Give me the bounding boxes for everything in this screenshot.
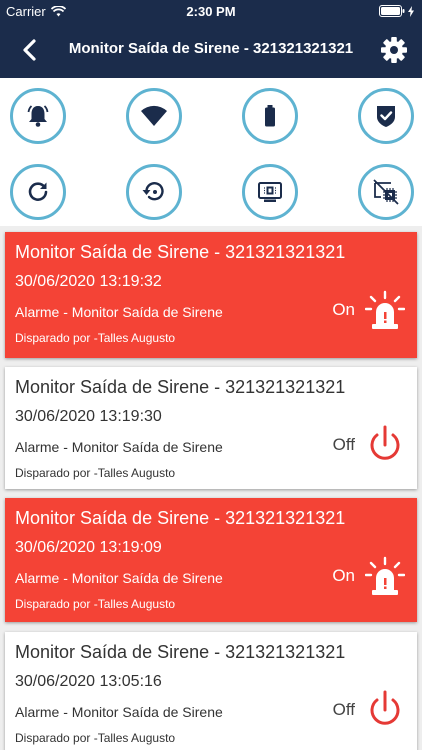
power-icon — [370, 690, 400, 725]
event-state: Off — [332, 700, 355, 719]
event-type: Alarme - Monitor Saída de Sirene — [15, 304, 223, 320]
wifi-button[interactable] — [126, 88, 182, 144]
battery-status — [379, 5, 414, 17]
event-datetime: 30/06/2020 13:19:09 — [15, 539, 162, 556]
back-chevron-icon[interactable] — [16, 36, 44, 64]
action-grid — [0, 78, 422, 226]
restore-button[interactable] — [126, 164, 182, 220]
battery-icon — [265, 105, 275, 127]
shield-check-icon — [377, 106, 395, 127]
clock: 2:30 PM — [186, 4, 236, 19]
refresh-icon — [28, 182, 48, 201]
event-title: Monitor Saída de Sirene - 321321321321 — [15, 508, 346, 528]
event-datetime: 30/06/2020 13:19:30 — [15, 408, 162, 425]
event-state: On — [332, 300, 355, 319]
event-type: Alarme - Monitor Saída de Sirene — [15, 704, 223, 720]
monitor-chip-off-icon — [373, 179, 399, 205]
event-type: Alarme - Monitor Saída de Sirene — [15, 439, 223, 455]
event-title: Monitor Saída de Sirene - 321321321321 — [15, 377, 346, 397]
gear-icon[interactable] — [380, 36, 408, 64]
event-state: Off — [332, 435, 355, 454]
event-triggered-by: Disparado por -Talles Augusto — [15, 331, 176, 345]
wifi-icon — [141, 105, 167, 126]
event-datetime: 30/06/2020 13:19:32 — [15, 273, 162, 290]
security-button[interactable] — [358, 88, 414, 144]
event-card[interactable]: Monitor Saída de Sirene - 321321321321 3… — [5, 498, 417, 622]
event-triggered-by: Disparado por -Talles Augusto — [15, 597, 176, 611]
page-title: Monitor Saída de Sirene - 321321321321 — [68, 40, 354, 57]
battery-status-icon — [379, 5, 405, 17]
event-datetime: 30/06/2020 13:05:16 — [15, 673, 162, 690]
charging-icon — [408, 5, 414, 17]
event-card[interactable]: Monitor Saída de Sirene - 321321321321 3… — [5, 232, 417, 358]
battery-button[interactable] — [242, 88, 298, 144]
power-icon — [370, 425, 400, 460]
event-card[interactable]: Monitor Saída de Sirene - 321321321321 3… — [5, 632, 417, 750]
device-monitor-button[interactable] — [242, 164, 298, 220]
siren-icon — [365, 290, 405, 329]
event-card[interactable]: Monitor Saída de Sirene - 321321321321 3… — [5, 367, 417, 489]
siren-icon — [365, 556, 405, 595]
nav-bar: Monitor Saída de Sirene - 321321321321 — [0, 22, 422, 78]
restore-icon — [142, 182, 164, 201]
event-type: Alarme - Monitor Saída de Sirene — [15, 570, 223, 586]
event-list: Monitor Saída de Sirene - 321321321321 3… — [0, 226, 422, 750]
alarm-button[interactable] — [10, 88, 66, 144]
event-triggered-by: Disparado por -Talles Augusto — [15, 466, 176, 480]
bell-alarm-icon — [27, 105, 49, 127]
refresh-button[interactable] — [10, 164, 66, 220]
event-state: On — [332, 566, 355, 585]
event-title: Monitor Saída de Sirene - 321321321321 — [15, 242, 346, 262]
event-title: Monitor Saída de Sirene - 321321321321 — [15, 642, 346, 662]
status-bar: Carrier 2:30 PM — [0, 0, 422, 22]
event-triggered-by: Disparado por -Talles Augusto — [15, 731, 176, 745]
monitor-chip-icon — [258, 182, 282, 202]
device-disconnect-button[interactable] — [358, 164, 414, 220]
